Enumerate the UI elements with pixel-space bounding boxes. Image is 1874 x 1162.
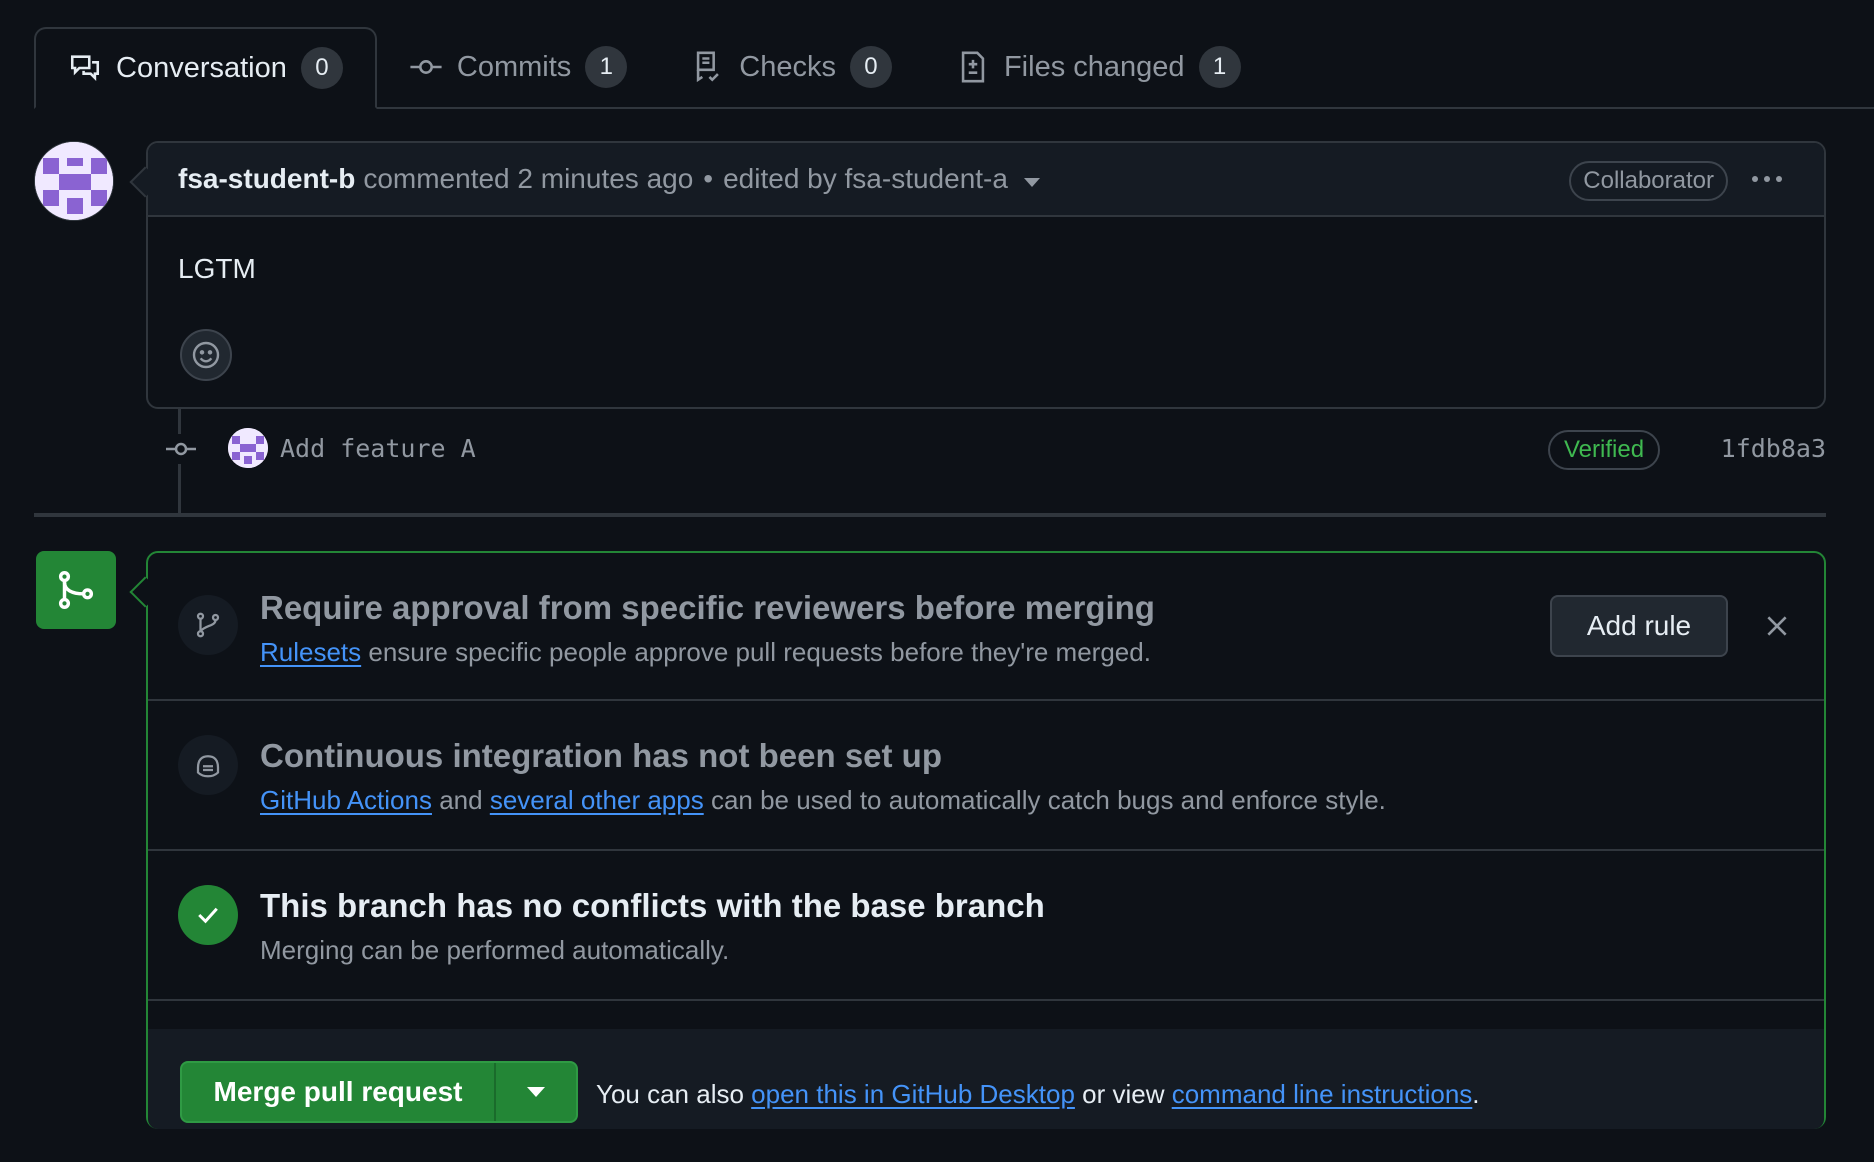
edited-by[interactable]: edited by fsa-student-a <box>723 163 1008 195</box>
ci-mid-text: and <box>431 785 490 815</box>
comment-separator: • <box>703 163 714 194</box>
commit-icon <box>410 60 442 74</box>
tab-count: 1 <box>1198 46 1241 88</box>
ci-section: Continuous integration has not been set … <box>148 701 1824 851</box>
tab-label: Files changed <box>1003 50 1185 83</box>
footer-suffix: . <box>1472 1079 1480 1109</box>
commit-message[interactable]: Add feature A <box>280 434 476 463</box>
role-badge: Collaborator <box>1569 161 1728 201</box>
ruleset-desc-text: ensure specific people approve pull requ… <box>361 637 1151 667</box>
check-icon <box>198 907 218 924</box>
commit-author-avatar[interactable] <box>228 428 268 468</box>
github-actions-link[interactable]: GitHub Actions <box>260 785 432 815</box>
add-rule-button[interactable]: Add rule <box>1550 595 1728 657</box>
timeline-divider <box>34 513 1826 517</box>
github-desktop-link[interactable]: open this in GitHub Desktop <box>751 1079 1075 1109</box>
tab-label: Commits <box>456 50 572 83</box>
merge-button-group: Merge pull request <box>180 1061 578 1123</box>
verified-badge[interactable]: Verified <box>1548 430 1661 470</box>
ruleset-title: Require approval from specific reviewers… <box>260 589 1155 626</box>
close-icon[interactable] <box>1764 613 1790 639</box>
check-icon-wrap <box>178 885 238 945</box>
author-avatar[interactable] <box>34 141 114 221</box>
branch-icon-wrap <box>178 595 238 655</box>
tab-commits[interactable]: Commits 1 <box>377 27 659 107</box>
ci-desc: GitHub Actions and several other apps ca… <box>260 785 1386 816</box>
other-apps-link[interactable]: several other apps <box>490 785 704 815</box>
commit-sha[interactable]: 1fdb8a3 <box>1721 434 1826 463</box>
ci-desc-text: can be used to automatically catch bugs … <box>703 785 1386 815</box>
footer-mid: or view <box>1074 1079 1172 1109</box>
merge-pull-request-button[interactable]: Merge pull request <box>182 1063 496 1121</box>
add-reaction-button[interactable] <box>180 329 232 381</box>
tab-label: Checks <box>739 50 836 83</box>
commit-row: Add feature A Verified 1fdb8a3 <box>160 428 1826 470</box>
conflicts-section: This branch has no conflicts with the ba… <box>148 851 1824 1001</box>
copilot-icon <box>196 755 220 778</box>
kebab-menu-icon[interactable] <box>1752 167 1788 191</box>
commit-icon <box>166 434 196 464</box>
merge-method-dropdown[interactable] <box>496 1063 576 1121</box>
merge-footer: Merge pull request You can also open thi… <box>148 1029 1824 1129</box>
rulesets-link[interactable]: Rulesets <box>260 637 361 667</box>
file-diff-icon <box>961 51 985 83</box>
git-merge-icon <box>58 571 94 609</box>
comment-box: fsa-student-b commented 2 minutes ago • … <box>146 141 1826 409</box>
footer-prefix: You can also <box>596 1079 752 1109</box>
conflicts-desc: Merging can be performed automatically. <box>260 935 730 965</box>
comment-body: LGTM <box>178 253 256 284</box>
merge-box: Require approval from specific reviewers… <box>146 551 1826 1129</box>
comment-header: fsa-student-b commented 2 minutes ago • … <box>148 143 1824 217</box>
identicon <box>35 142 113 220</box>
comment-author[interactable]: fsa-student-b <box>178 163 355 195</box>
tab-count: 0 <box>849 46 892 88</box>
pr-tabs: Conversation 0 Commits 1 Checks 0 Files … <box>34 27 1874 109</box>
conflicts-title: This branch has no conflicts with the ba… <box>260 887 1045 924</box>
identicon <box>228 428 268 468</box>
merge-footer-text: You can also open this in GitHub Desktop… <box>596 1079 1480 1110</box>
git-branch-icon <box>196 612 220 638</box>
chevron-down-icon[interactable] <box>1023 177 1040 187</box>
smiley-icon <box>192 341 220 369</box>
merge-status-icon <box>36 551 116 629</box>
command-line-link[interactable]: command line instructions <box>1172 1079 1473 1109</box>
ci-title: Continuous integration has not been set … <box>260 737 942 774</box>
comment-action: commented 2 minutes ago <box>363 163 694 194</box>
tab-checks[interactable]: Checks 0 <box>659 27 924 107</box>
chevron-down-icon <box>527 1087 545 1097</box>
conversation-icon <box>70 55 100 81</box>
tab-label: Conversation <box>116 51 287 84</box>
ruleset-section: Require approval from specific reviewers… <box>148 553 1824 701</box>
tab-count: 1 <box>585 46 628 88</box>
ci-icon-wrap <box>178 735 238 795</box>
checklist-icon <box>697 51 720 83</box>
tab-files-changed[interactable]: Files changed 1 <box>924 27 1273 107</box>
tab-conversation[interactable]: Conversation 0 <box>34 27 377 109</box>
ruleset-desc: Rulesets ensure specific people approve … <box>260 637 1151 668</box>
tab-count: 0 <box>300 47 343 89</box>
